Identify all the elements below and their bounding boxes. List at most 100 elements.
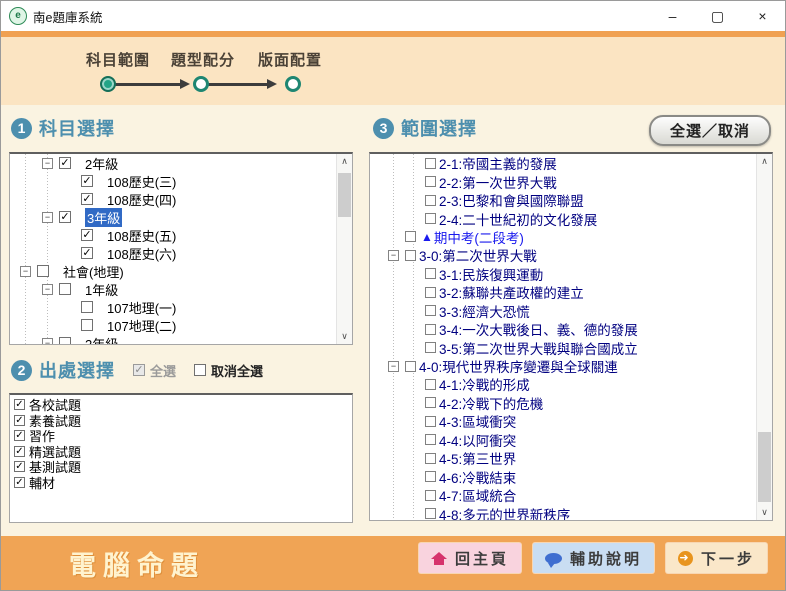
tree-item-label[interactable]: 3-5:第二次世界大戰與聯合國成立 — [439, 338, 638, 358]
tree-checkbox[interactable] — [425, 213, 436, 224]
scroll-down-icon[interactable]: ∨ — [757, 505, 772, 520]
tree-checkbox[interactable] — [425, 342, 436, 353]
source-checkbox[interactable]: ✓ — [14, 461, 25, 472]
tree-checkbox[interactable] — [425, 268, 436, 279]
tree-checkbox[interactable] — [425, 324, 436, 335]
tree-item-label[interactable]: 108歷史(五) — [107, 226, 176, 245]
tree-item-label[interactable]: 3-0:第二次世界大戰 — [419, 245, 537, 265]
tree-item-label[interactable]: 3-2:蘇聯共產政權的建立 — [439, 282, 584, 302]
tree-checkbox[interactable] — [405, 250, 416, 261]
tree-row[interactable]: 4-2:冷戰下的危機 — [370, 394, 756, 412]
tree-checkbox[interactable]: ✓ — [81, 193, 93, 205]
tree-row[interactable]: ✓ 108歷史(四) — [10, 190, 336, 208]
tree-expander-icon[interactable]: − — [388, 250, 399, 261]
tree-checkbox[interactable] — [59, 283, 71, 295]
tree-item-label[interactable]: 2-3:巴黎和會與國際聯盟 — [439, 190, 584, 210]
tree-item-label[interactable]: 4-0:現代世界秩序變遷與全球關連 — [419, 356, 618, 376]
tree-item-label[interactable]: 107地理(一) — [107, 298, 176, 317]
tree-item-label[interactable]: 2年級 — [85, 154, 118, 173]
checkbox-checked-icon[interactable]: ✓ — [133, 364, 145, 376]
tree-checkbox[interactable] — [425, 305, 436, 316]
tree-checkbox[interactable]: ✓ — [59, 211, 71, 223]
tree-checkbox[interactable] — [425, 508, 436, 519]
tree-checkbox[interactable] — [81, 301, 93, 313]
tree-row[interactable]: − 社會(地理) — [10, 262, 336, 280]
tree-expander-icon[interactable]: − — [42, 338, 53, 345]
tree-item-label[interactable]: 4-5:第三世界 — [439, 448, 516, 468]
tree-expander-icon[interactable]: − — [388, 361, 399, 372]
tree-item-label[interactable]: 社會(地理) — [63, 262, 124, 281]
tree-item-label[interactable]: 3-4:一次大戰後日、義、德的發展 — [439, 319, 638, 339]
tree-row[interactable]: 3-4:一次大戰後日、義、德的發展 — [370, 320, 756, 338]
tree-row[interactable]: − 3-0:第二次世界大戰 — [370, 246, 756, 264]
tree-checkbox[interactable] — [425, 287, 436, 298]
deselect-all-checkbox[interactable]: 取消全選 — [194, 361, 263, 380]
tree-row[interactable]: 2-2:第一次世界大戰 — [370, 172, 756, 190]
scroll-up-icon[interactable]: ∧ — [757, 154, 772, 169]
tree-row[interactable]: 107地理(二) — [10, 316, 336, 334]
tree-checkbox[interactable] — [37, 265, 49, 277]
select-all-checkbox[interactable]: ✓ 全選 — [133, 361, 176, 380]
tree-checkbox[interactable] — [425, 379, 436, 390]
tree-row[interactable]: 4-7:區域統合 — [370, 486, 756, 504]
source-checkbox[interactable]: ✓ — [14, 446, 25, 457]
home-button[interactable]: 回主頁 — [419, 543, 521, 573]
tree-checkbox[interactable]: ✓ — [81, 229, 93, 241]
tree-checkbox[interactable] — [425, 397, 436, 408]
scroll-thumb[interactable] — [338, 173, 351, 217]
source-checkbox[interactable]: ✓ — [14, 399, 25, 410]
source-list-item[interactable]: ✓ 輔材 — [14, 475, 348, 491]
tree-checkbox[interactable] — [405, 231, 416, 242]
tree-expander-icon[interactable]: − — [42, 158, 53, 169]
source-checkbox[interactable]: ✓ — [14, 477, 25, 488]
tree-checkbox[interactable] — [425, 490, 436, 501]
tree-item-label[interactable]: 1年級 — [85, 280, 118, 299]
tree-row[interactable]: 3-3:經濟大恐慌 — [370, 302, 756, 320]
tree-expander-icon[interactable]: − — [42, 212, 53, 223]
source-list-item[interactable]: ✓ 基測試題 — [14, 459, 348, 475]
tree-item-label[interactable]: 4-7:區域統合 — [439, 485, 516, 505]
tree-checkbox[interactable] — [425, 471, 436, 482]
source-list-item[interactable]: ✓ 素養試題 — [14, 413, 348, 429]
tree-row[interactable]: 4-1:冷戰的形成 — [370, 375, 756, 393]
tree-row[interactable]: 4-5:第三世界 — [370, 449, 756, 467]
tree-checkbox[interactable] — [59, 337, 71, 344]
tree-item-label[interactable]: 期中考(二段考) — [434, 227, 524, 247]
tree-checkbox[interactable] — [425, 434, 436, 445]
tree-row[interactable]: − 4-0:現代世界秩序變遷與全球關連 — [370, 357, 756, 375]
help-button[interactable]: 輔助說明 — [533, 543, 654, 573]
maximize-button[interactable]: ▢ — [695, 1, 740, 31]
tree-row[interactable]: 2-3:巴黎和會與國際聯盟 — [370, 191, 756, 209]
tree-checkbox[interactable]: ✓ — [81, 175, 93, 187]
tree-row[interactable]: 4-3:區域衝突 — [370, 412, 756, 430]
tree-item-label[interactable]: 4-4:以阿衝突 — [439, 430, 516, 450]
tree-row[interactable]: 2-1:帝國主義的發展 — [370, 154, 756, 172]
tree-item-label[interactable]: 2-4:二十世紀初的文化發展 — [439, 209, 597, 229]
tree-item-label[interactable]: 3年級 — [85, 208, 122, 227]
source-checkbox[interactable]: ✓ — [14, 430, 25, 441]
tree-row[interactable]: 4-8:多元的世界新秩序 — [370, 504, 756, 520]
tree-checkbox[interactable]: ✓ — [59, 157, 71, 169]
source-item-label[interactable]: 輔材 — [29, 473, 55, 492]
tree-checkbox[interactable]: ✓ — [81, 247, 93, 259]
tree-checkbox[interactable] — [425, 453, 436, 464]
source-checkbox[interactable]: ✓ — [14, 415, 25, 426]
tree-row[interactable]: ✓ 108歷史(六) — [10, 244, 336, 262]
tree-row[interactable]: 3-1:民族復興運動 — [370, 265, 756, 283]
tree-expander-icon[interactable]: − — [20, 266, 31, 277]
scroll-down-icon[interactable]: ∨ — [337, 329, 352, 344]
tree-row[interactable]: − 2年級 — [10, 334, 336, 344]
minimize-button[interactable]: – — [650, 1, 695, 31]
tree-checkbox[interactable] — [425, 176, 436, 187]
select-all-toggle-button[interactable]: 全選／取消 — [649, 115, 771, 146]
tree-checkbox[interactable] — [425, 158, 436, 169]
tree-checkbox[interactable] — [425, 195, 436, 206]
tree-item-label[interactable]: 108歷史(六) — [107, 244, 176, 263]
tree-item-label[interactable]: 108歷史(四) — [107, 190, 176, 209]
tree-item-label[interactable]: 2-2:第一次世界大戰 — [439, 172, 557, 192]
tree-checkbox[interactable] — [425, 416, 436, 427]
tree-item-label[interactable]: 2年級 — [85, 334, 118, 345]
tree-item-label[interactable]: 4-1:冷戰的形成 — [439, 374, 530, 394]
tree-item-label[interactable]: 107地理(二) — [107, 316, 176, 335]
tree-item-label[interactable]: 3-3:經濟大恐慌 — [439, 301, 530, 321]
